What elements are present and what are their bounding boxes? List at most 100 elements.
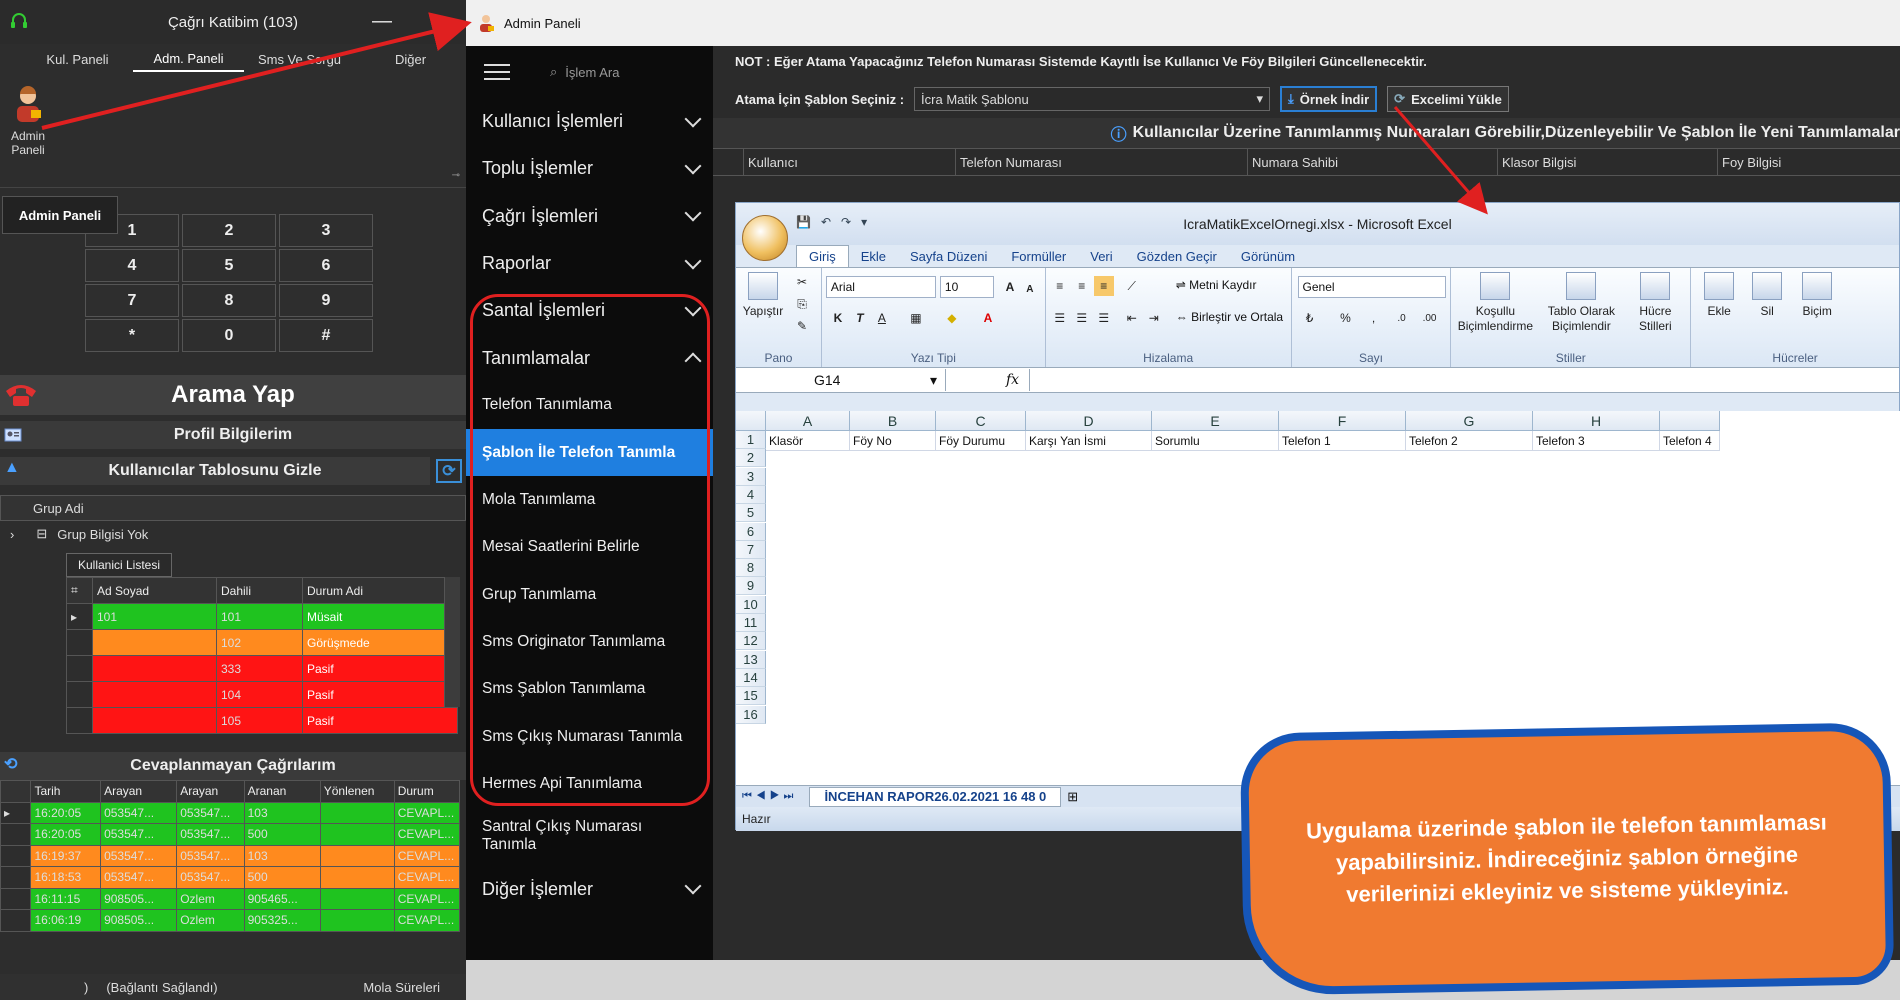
tab-kul-paneli[interactable]: Kul. Paneli xyxy=(22,52,133,71)
dial-key-2[interactable]: 2 xyxy=(182,214,276,247)
user-row[interactable]: 102 Görüşmede xyxy=(66,629,458,656)
column-header[interactable]: B xyxy=(850,411,936,431)
increase-indent-icon[interactable]: ⇥ xyxy=(1144,308,1164,328)
template-select[interactable]: İcra Matik Şablonu ▾ xyxy=(914,87,1271,111)
row-header[interactable]: 1 xyxy=(736,431,766,449)
increase-decimal-icon[interactable]: .0 xyxy=(1392,308,1412,328)
header-cell[interactable]: Klasör xyxy=(766,431,850,451)
cut-icon[interactable]: ✂ xyxy=(792,272,812,292)
bold-icon[interactable]: K xyxy=(828,308,848,328)
column-header[interactable]: F xyxy=(1279,411,1406,431)
office-button[interactable] xyxy=(742,215,788,261)
hamburger-icon[interactable] xyxy=(484,64,510,80)
currency-icon[interactable]: ₺ xyxy=(1300,308,1320,328)
percent-icon[interactable]: % xyxy=(1336,308,1356,328)
row-header[interactable]: 7 xyxy=(736,540,766,559)
row-header[interactable]: 9 xyxy=(736,577,766,596)
call-row[interactable]: 16:20:05 053547... 053547... 500 CEVAPL... xyxy=(0,823,461,846)
sidebar-group[interactable]: Diğer İşlemler xyxy=(466,865,713,912)
format-cells-button[interactable]: Biçim xyxy=(1795,272,1839,319)
sidebar-group[interactable]: Raporlar xyxy=(466,240,713,287)
select-all-icon[interactable]: ⌗ xyxy=(66,577,93,604)
tab-ekle[interactable]: Ekle xyxy=(849,245,898,267)
column-header[interactable]: H xyxy=(1533,411,1660,431)
align-center-icon[interactable]: ☰ xyxy=(1072,308,1092,328)
user-row[interactable]: ▸ 101 101 Müsait xyxy=(66,603,458,630)
redo-icon[interactable]: ↷ xyxy=(841,215,851,229)
sidebar-item[interactable]: Sms Şablon Tanımlama xyxy=(466,666,713,713)
column-header[interactable]: G xyxy=(1406,411,1533,431)
pin-icon[interactable]: ⊸ xyxy=(452,170,460,181)
dial-key-star[interactable]: * xyxy=(85,319,179,352)
tab-sayfa-duzeni[interactable]: Sayfa Düzeni xyxy=(898,245,999,267)
align-left-icon[interactable]: ☰ xyxy=(1050,308,1070,328)
header-cell[interactable]: Telefon 2 xyxy=(1406,431,1533,451)
user-row[interactable]: 105 Pasif xyxy=(66,707,458,734)
row-header[interactable]: 8 xyxy=(736,559,766,578)
sidebar-item[interactable]: Santral Çıkış Numarası Tanımla xyxy=(466,807,713,865)
close-button[interactable]: ✕ xyxy=(430,10,447,35)
sidebar-item[interactable]: Mola Tanımlama xyxy=(466,476,713,523)
column-header[interactable]: D xyxy=(1026,411,1152,431)
header-cell[interactable]: Telefon 1 xyxy=(1279,431,1406,451)
col-tarih[interactable]: Tarih xyxy=(30,780,102,803)
sidebar-item[interactable]: Sms Originator Tanımlama xyxy=(466,618,713,665)
font-size-select[interactable]: 10 xyxy=(939,276,994,298)
sidebar-group[interactable]: Toplu İşlemler xyxy=(466,145,713,192)
download-sample-button[interactable]: ⤓ Örnek İndir xyxy=(1280,86,1378,112)
user-row[interactable]: 104 Pasif xyxy=(66,681,458,708)
undo-icon[interactable]: ↶ xyxy=(821,215,831,229)
call-row[interactable]: 16:19:37 053547... 053547... 103 CEVAPL... xyxy=(0,844,461,867)
qat-dropdown-icon[interactable]: ▾ xyxy=(861,215,867,229)
row-header[interactable]: 4 xyxy=(736,485,766,504)
sheet-nav-icon[interactable]: ⏮◀▶⏭ xyxy=(742,790,797,803)
dial-key-0[interactable]: 0 xyxy=(182,319,276,352)
tab-sms-ve-sorgu[interactable]: Sms Ve Sorgu xyxy=(244,52,355,71)
col-kullanici[interactable]: Kullanıcı xyxy=(743,149,955,175)
col-foy-bilgisi[interactable]: Foy Bilgisi xyxy=(1717,149,1900,175)
dial-key-hash[interactable]: # xyxy=(279,319,373,352)
column-header[interactable]: A xyxy=(766,411,850,431)
row-header[interactable]: 2 xyxy=(736,449,766,468)
row-header[interactable]: 10 xyxy=(736,595,766,614)
col-arayan-2[interactable]: Arayan xyxy=(176,780,245,803)
refresh-icon[interactable]: ⟳ xyxy=(436,459,462,483)
sidebar-item[interactable]: Hermes Api Tanımlama xyxy=(466,760,713,807)
dial-key-9[interactable]: 9 xyxy=(279,284,373,317)
call-row[interactable]: ▸ 16:20:05 053547... 053547... 103 CEVAPL... xyxy=(0,801,461,824)
admin-panel-launcher[interactable]: Admin Paneli xyxy=(6,84,50,157)
call-button[interactable]: Arama Yap xyxy=(0,375,466,415)
merge-center-button[interactable]: ⇔ Birleştir ve Ortala xyxy=(1176,310,1283,324)
row-header[interactable]: 13 xyxy=(736,650,766,669)
profile-bar[interactable]: Profil Bilgilerim xyxy=(0,421,466,449)
number-format-select[interactable]: Genel xyxy=(1297,276,1446,298)
break-times-link[interactable]: Mola Süreleri xyxy=(363,980,440,995)
shrink-font-icon[interactable]: A xyxy=(1020,279,1040,299)
sheet-tab[interactable]: İNCEHAN RAPOR26.02.2021 16 48 0 xyxy=(809,786,1062,807)
search-box[interactable]: ⌕ İşlem Ara xyxy=(550,64,619,80)
grow-font-icon[interactable]: A xyxy=(1000,277,1020,297)
sidebar-group[interactable]: Kullanıcı İşlemleri xyxy=(466,98,713,145)
sidebar-item[interactable]: Sms Çıkış Numarası Tanımla xyxy=(466,713,713,760)
hide-users-bar[interactable]: ▲ Kullanıcılar Tablosunu Gizle xyxy=(0,457,430,485)
comma-icon[interactable]: , xyxy=(1364,308,1384,328)
col-durum-adi[interactable]: Durum Adi xyxy=(302,577,458,604)
font-color-icon[interactable]: A xyxy=(978,308,998,328)
tab-gozden-gecir[interactable]: Gözden Geçir xyxy=(1125,245,1229,267)
dial-key-7[interactable]: 7 xyxy=(85,284,179,317)
user-row[interactable]: 333 Pasif xyxy=(66,655,458,682)
sidebar-item[interactable]: Şablon İle Telefon Tanımla xyxy=(466,429,713,477)
decrease-indent-icon[interactable]: ⇤ xyxy=(1122,308,1142,328)
tab-formuller[interactable]: Formüller xyxy=(999,245,1078,267)
col-ad-soyad[interactable]: Ad Soyad xyxy=(92,577,217,604)
header-cell[interactable]: Karşı Yan İsmi xyxy=(1026,431,1152,451)
collapse-box-icon[interactable]: ⊟ xyxy=(36,526,47,542)
align-top-icon[interactable]: ≡ xyxy=(1050,276,1070,296)
sidebar-item[interactable]: Telefon Tanımlama xyxy=(466,382,713,429)
font-name-select[interactable]: Arial xyxy=(825,276,936,298)
border-icon[interactable]: ▦ xyxy=(906,308,926,328)
row-header[interactable]: 11 xyxy=(736,614,766,632)
cell-styles-button[interactable]: Hücre Stilleri xyxy=(1627,272,1683,334)
sidebar-group[interactable]: Santal İşlemleri xyxy=(466,287,713,334)
col-arayan[interactable]: Arayan xyxy=(100,780,178,803)
